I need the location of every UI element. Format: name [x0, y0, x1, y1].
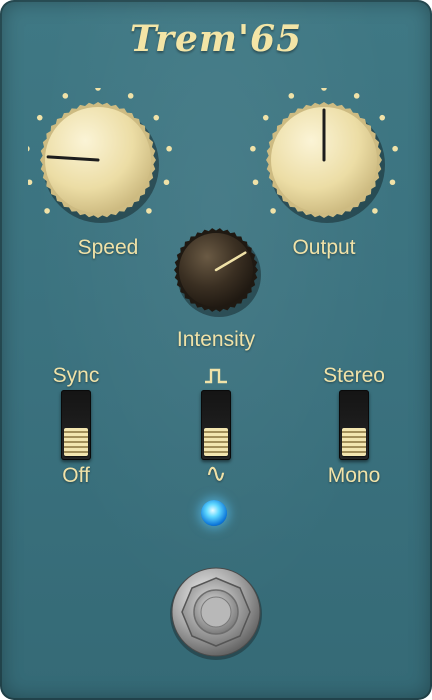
knob-tick-dot: [389, 179, 396, 186]
knob-tick-dot: [146, 208, 152, 214]
stereo-switch-lever[interactable]: [342, 428, 366, 456]
knob-tick-dot: [379, 114, 386, 121]
output-knob[interactable]: [244, 88, 404, 238]
sync-switch-lever[interactable]: [64, 428, 88, 456]
knob-tick-dot: [270, 208, 276, 214]
square-wave-icon: [205, 368, 227, 384]
footswitch-icon[interactable]: [160, 558, 272, 670]
speed-knob[interactable]: [28, 88, 188, 238]
knob-tick-dot: [95, 88, 101, 91]
knob-tick-dot: [163, 179, 170, 186]
knob-tick-dot: [288, 93, 295, 99]
sync-switch[interactable]: [61, 390, 91, 460]
waveform-switch-lever[interactable]: [204, 428, 228, 456]
sync-label: Sync: [52, 364, 100, 387]
knob-tick-dot: [28, 146, 30, 152]
knob-tick-dot: [250, 145, 256, 152]
knob-tick-dot: [127, 93, 134, 99]
knob-tick-dot: [321, 88, 327, 91]
sine-wave-icon: ∿: [205, 458, 227, 488]
knob-tick-dot: [252, 179, 259, 186]
mono-label: Mono: [327, 464, 381, 487]
knob-tick-dot: [166, 145, 172, 152]
output-label: Output: [292, 236, 356, 259]
knob-tick-dot: [36, 114, 43, 121]
knob-tick-dot: [44, 208, 50, 214]
speed-label: Speed: [77, 236, 139, 259]
waveform-switch[interactable]: [201, 390, 231, 460]
knob-tick-dot: [62, 93, 69, 99]
intensity-knob[interactable]: [166, 222, 266, 322]
knob-tick-dot: [28, 179, 33, 186]
pedal-title: Trem'65: [129, 18, 303, 60]
knob-tick-dot: [372, 208, 378, 214]
stereo-label: Stereo: [323, 364, 385, 387]
intensity-label: Intensity: [176, 328, 256, 351]
knob-tick-dot: [392, 145, 398, 152]
knob-tick-dot: [353, 93, 360, 99]
stereo-switch[interactable]: [339, 390, 369, 460]
sync-off-label: Off: [62, 464, 90, 487]
status-led: [201, 500, 227, 526]
knob-tick-dot: [262, 114, 269, 121]
pedal-body: Trem'65 Speed Output Intensity Sync Off …: [0, 0, 432, 700]
knob-tick-dot: [153, 114, 160, 121]
